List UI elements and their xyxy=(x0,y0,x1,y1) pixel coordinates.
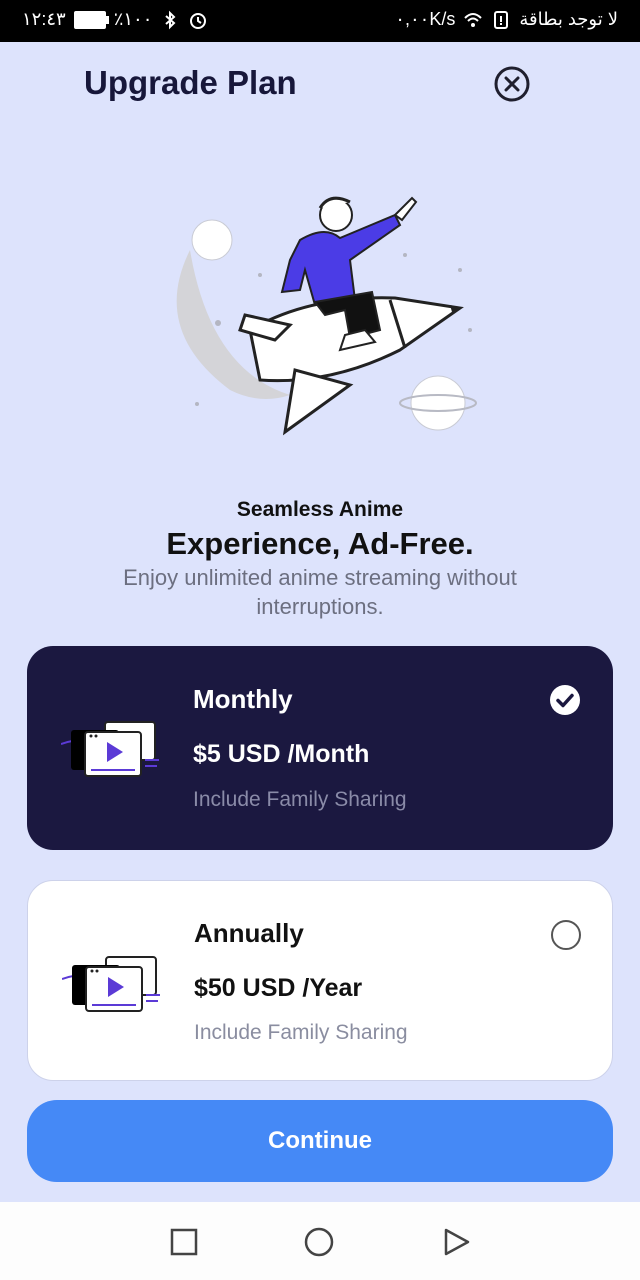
status-time: ١٢:٤٣ xyxy=(22,9,66,29)
radio-empty-icon xyxy=(551,920,581,950)
battery-level: ٪١٠٠ xyxy=(113,9,153,29)
circle-home-icon[interactable] xyxy=(303,1226,335,1258)
status-bar: ١٢:٤٣ ٪١٠٠ ٠,٠٠K/s لا توجد بطاقة xyxy=(0,0,640,42)
planet-ringed xyxy=(399,375,477,431)
plan-note: Include Family Sharing xyxy=(194,1021,408,1044)
carrier-label: لا توجد بطاقة xyxy=(519,9,618,29)
plan-card-annually[interactable]: Annually $50 USD /Year Include Family Sh… xyxy=(27,880,613,1081)
plan-name: Monthly xyxy=(193,684,293,714)
headline-main: Experience, Ad-Free. xyxy=(166,526,474,561)
plan-note: Include Family Sharing xyxy=(193,788,407,811)
bluetooth-icon xyxy=(165,10,176,29)
plan-price: $50 USD /Year xyxy=(194,974,363,1002)
continue-button[interactable]: Continue xyxy=(27,1100,613,1182)
plan-name: Annually xyxy=(194,918,304,948)
status-left: ١٢:٤٣ ٪١٠٠ xyxy=(22,9,208,30)
wifi-icon xyxy=(464,12,483,27)
close-icon[interactable] xyxy=(494,66,530,102)
plan-card-monthly[interactable]: Monthly $5 USD /Month Include Family Sha… xyxy=(27,646,613,850)
check-circle-icon xyxy=(550,685,580,715)
video-player-icon xyxy=(61,721,159,777)
sim-alert-icon xyxy=(494,10,509,29)
video-player-icon xyxy=(62,956,160,1012)
hero-subtitle: Enjoy unlimited anime streaming without … xyxy=(123,565,517,619)
status-right: ٠,٠٠K/s لا توجد بطاقة xyxy=(395,9,618,30)
battery-icon xyxy=(73,10,109,29)
alarm-icon xyxy=(190,12,207,29)
navigation-bar xyxy=(0,1202,640,1280)
network-speed: ٠,٠٠K/s xyxy=(395,9,456,29)
headline-small: Seamless Anime xyxy=(236,498,404,521)
plan-price: $5 USD /Month xyxy=(193,740,370,768)
planet-small xyxy=(191,219,233,261)
triangle-back-icon[interactable] xyxy=(440,1226,472,1258)
page-title: Upgrade Plan xyxy=(84,64,297,101)
rocket-illustration xyxy=(176,196,477,436)
square-recent-icon[interactable] xyxy=(168,1226,200,1258)
